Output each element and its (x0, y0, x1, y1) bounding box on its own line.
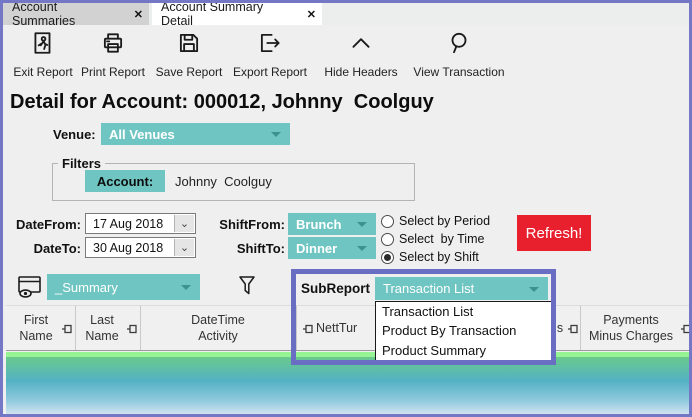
column-header-text: NettTur (316, 320, 357, 336)
column-header-text: Name (19, 328, 52, 344)
page-title: Detail for Account: 000012, Johnny Coolg… (10, 91, 434, 114)
print-report-button[interactable]: Print Report (81, 30, 145, 84)
exit-report-button[interactable]: Exit Report (11, 30, 75, 84)
column-divider[interactable] (140, 306, 141, 350)
date-from-value: 17 Aug 2018 (93, 217, 163, 231)
column-header-text: Payments (603, 312, 659, 328)
toolbar-button-label: Export Report (233, 65, 307, 79)
shift-to-label: ShiftTo: (203, 241, 285, 256)
summary-combo-value: _Summary (55, 280, 118, 295)
summary-report-combo[interactable]: _Summary (47, 274, 200, 300)
column-header-text: Activity (198, 328, 238, 344)
column-header-fragment[interactable]: s (555, 305, 565, 351)
floppy-disk-icon (176, 30, 202, 61)
column-header-text: First (24, 312, 48, 328)
radio-icon (381, 215, 394, 228)
blurred-grid-rows (6, 357, 692, 417)
column-header-text: Last (90, 312, 114, 328)
refresh-button[interactable]: Refresh! (517, 215, 591, 251)
chevron-down-icon[interactable]: ⌄ (174, 239, 194, 256)
shift-to-value: Dinner (296, 241, 337, 256)
tab-account-summaries[interactable]: Account Summaries ✕ (3, 3, 149, 25)
toolbar-button-label: Save Report (156, 65, 223, 79)
date-from-picker[interactable]: 17 Aug 2018 ⌄ (85, 213, 196, 234)
column-divider[interactable] (75, 306, 76, 350)
exit-door-icon (30, 30, 56, 61)
date-to-value: 30 Aug 2018 (93, 241, 163, 255)
pin-icon[interactable] (302, 322, 314, 340)
shift-from-combo[interactable]: Brunch (288, 213, 376, 235)
venue-label: Venue: (53, 127, 96, 142)
shift-from-value: Brunch (296, 217, 342, 232)
radio-label: Select by Time (399, 232, 484, 246)
tab-label: Account Summary Detail (152, 0, 287, 28)
save-report-button[interactable]: Save Report (155, 30, 223, 84)
magnifier-icon (446, 30, 472, 61)
column-header-payments-minus-charges[interactable]: Payments Minus Charges (582, 305, 680, 351)
dropdown-option-transaction-list[interactable]: Transaction List (376, 302, 551, 321)
column-header-text: s (557, 320, 563, 336)
column-header-text: Name (85, 328, 118, 344)
app-window: Account Summaries ✕ Account Summary Deta… (0, 0, 692, 417)
account-filter-value: Johnny Coolguy (175, 174, 272, 189)
subreport-combo[interactable]: Transaction List (375, 277, 548, 300)
column-header-last-name[interactable]: Last Name (77, 305, 127, 351)
pin-icon[interactable] (126, 322, 138, 340)
preview-panel-eye-icon[interactable] (16, 274, 44, 305)
radio-label: Select by Period (399, 214, 490, 228)
export-report-button[interactable]: Export Report (231, 30, 309, 84)
radio-select-by-shift[interactable]: Select by Shift (381, 250, 479, 264)
column-header-text: DateTime (191, 312, 245, 328)
radio-selected-icon (381, 251, 394, 264)
venue-combo[interactable]: All Venues (101, 123, 290, 145)
filter-funnel-icon[interactable] (237, 274, 257, 303)
pin-icon[interactable] (680, 322, 692, 340)
venue-combo-value: All Venues (109, 127, 175, 142)
close-icon[interactable]: ✕ (128, 8, 149, 21)
view-transaction-button[interactable]: View Transaction (411, 30, 507, 84)
toolbar-button-label: View Transaction (413, 65, 504, 79)
hide-headers-button[interactable]: Hide Headers (325, 30, 397, 84)
printer-icon (100, 30, 126, 61)
column-header-text: Minus Charges (589, 328, 673, 344)
chevron-down-icon (357, 246, 367, 251)
column-header-nettturnover[interactable]: NettTur (316, 305, 376, 351)
chevron-down-icon (357, 222, 367, 227)
toolbar-button-label: Print Report (81, 65, 145, 79)
chevron-down-icon (271, 132, 281, 137)
tab-account-summary-detail[interactable]: Account Summary Detail ✕ (152, 3, 322, 25)
shift-from-label: ShiftFrom: (203, 217, 285, 232)
chevron-down-icon (181, 285, 191, 290)
column-header-first-name[interactable]: First Name (6, 305, 66, 351)
subreport-combo-value: Transaction List (383, 281, 474, 296)
toolbar-button-label: Exit Report (13, 65, 72, 79)
filters-legend: Filters (58, 156, 105, 171)
pin-icon[interactable] (61, 322, 73, 340)
export-arrow-icon (257, 30, 283, 61)
subreport-label: SubReport (301, 281, 370, 296)
radio-select-by-period[interactable]: Select by Period (381, 214, 490, 228)
toolbar-button-label: Hide Headers (324, 65, 397, 79)
chevron-up-icon (348, 30, 374, 61)
pin-icon[interactable] (567, 322, 579, 340)
column-divider[interactable] (580, 306, 581, 350)
date-to-picker[interactable]: 30 Aug 2018 ⌄ (85, 237, 196, 258)
tab-label: Account Summaries (3, 0, 114, 28)
chevron-down-icon (529, 287, 539, 292)
shift-to-combo[interactable]: Dinner (288, 237, 376, 259)
column-divider[interactable] (296, 306, 297, 350)
dropdown-option-product-by-transaction[interactable]: Product By Transaction (376, 321, 551, 340)
subreport-dropdown-list: Transaction List Product By Transaction … (375, 301, 552, 361)
account-filter-chip: Account: (85, 170, 165, 192)
tab-bar: Account Summaries ✕ Account Summary Deta… (3, 3, 689, 25)
column-header-datetime-activity[interactable]: DateTime Activity (142, 305, 294, 351)
dropdown-option-product-summary[interactable]: Product Summary (376, 341, 551, 360)
radio-icon (381, 233, 394, 246)
date-to-label: DateTo: (3, 241, 81, 256)
date-from-label: DateFrom: (3, 217, 81, 232)
radio-select-by-time[interactable]: Select by Time (381, 232, 484, 246)
chevron-down-icon[interactable]: ⌄ (174, 215, 194, 232)
radio-label: Select by Shift (399, 250, 479, 264)
close-icon[interactable]: ✕ (301, 8, 322, 21)
